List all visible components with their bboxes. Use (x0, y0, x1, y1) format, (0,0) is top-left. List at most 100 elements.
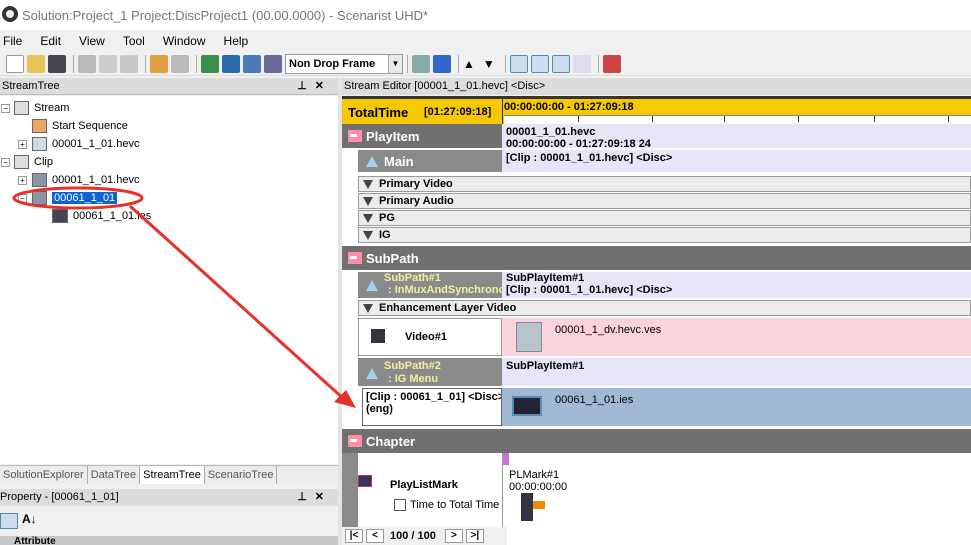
toolbar-separator (407, 54, 408, 73)
new-file-icon[interactable] (6, 54, 24, 73)
playitem-info[interactable]: 00001_1_01.hevc 00:00:00:00 - 01:27:09:1… (502, 124, 971, 150)
title-bar: Solution:Project_1 Project:DiscProject1 … (0, 0, 971, 30)
menu-help[interactable]: Help (224, 34, 249, 48)
timeline-ruler[interactable] (504, 115, 971, 124)
subpath2-icon (366, 368, 378, 379)
subpath2-label-cell[interactable]: SubPath#2 : IG Menu (358, 358, 502, 386)
network-icon[interactable] (243, 54, 261, 73)
chapter-header[interactable]: Chapter (342, 429, 971, 453)
track-primary-video[interactable]: Primary Video (358, 176, 971, 192)
collapse-icon[interactable] (363, 230, 373, 240)
menu-view[interactable]: View (79, 34, 105, 48)
track-ig[interactable]: IG (358, 227, 971, 243)
ig-clip[interactable]: 00061_1_01.ies (502, 388, 971, 426)
collapse-icon[interactable] (363, 303, 373, 313)
video1-label-cell[interactable]: Video#1 (358, 318, 502, 356)
collapse-icon[interactable] (363, 196, 373, 206)
collapse-icon[interactable]: − (1, 104, 10, 113)
time-to-total-label: Time to Total Time (410, 499, 500, 511)
streamtree-header: StreamTree ⊥✕ (0, 78, 338, 95)
sort-alpha-icon[interactable]: A↓ (22, 512, 37, 526)
ig-clip-label-cell[interactable]: [Clip : 00061_1_01] <Disc> (eng) (362, 388, 502, 426)
add-clip-icon[interactable] (412, 54, 430, 73)
tab-stream-tree[interactable]: StreamTree (140, 466, 205, 484)
main-label-cell[interactable]: Main (358, 150, 502, 172)
playlistmark-cell: PlayListMark Time to Total Time (358, 453, 502, 527)
expand-icon[interactable]: + (18, 140, 27, 149)
tree-node-stream[interactable]: Stream (14, 100, 69, 116)
playitem-header[interactable]: PlayItem (342, 124, 502, 148)
tree-node-ies[interactable]: 00061_1_01.ies (52, 208, 151, 224)
tree-node-hevc-clip[interactable]: 00001_1_01.hevc (32, 172, 139, 188)
frame-mode-select[interactable]: Non Drop Frame ▼ (285, 53, 403, 74)
subpath2-item[interactable]: SubPlayItem#1 (502, 358, 971, 386)
tree-node-clip[interactable]: Clip (14, 154, 53, 170)
tab-solution-explorer[interactable]: SolutionExplorer (0, 466, 88, 484)
menu-window[interactable]: Window (163, 34, 206, 48)
pin-icon[interactable]: ⊥ (297, 491, 315, 503)
main-clip[interactable]: [Clip : 00001_1_01.hevc] <Disc> (502, 150, 971, 172)
close-icon[interactable]: ✕ (315, 80, 332, 92)
build-icon[interactable] (201, 54, 219, 73)
tree-node-selected-clip[interactable]: 00061_1_01 (32, 190, 118, 206)
tree-node-hevc-stream[interactable]: 00001_1_01.hevc (32, 136, 139, 152)
subpath2-name: SubPath#2 (384, 360, 441, 372)
chapter-timeline[interactable]: PLMark#1 00:00:00:00 (502, 453, 971, 527)
prev-page-button[interactable]: < (366, 529, 384, 543)
verify-icon[interactable] (222, 54, 240, 73)
track-pg[interactable]: PG (358, 210, 971, 226)
ves-file-icon (516, 322, 542, 352)
menu-edit[interactable]: Edit (40, 34, 61, 48)
collapse-icon[interactable] (363, 213, 373, 223)
track-primary-audio[interactable]: Primary Audio (358, 193, 971, 209)
save-icon[interactable] (48, 54, 66, 73)
menu-file[interactable]: File (3, 34, 22, 48)
redo-icon[interactable] (171, 54, 189, 73)
toolbar: Non Drop Frame ▼ ▲ ▼ (0, 52, 971, 76)
tree-node-label: 00001_1_01.hevc (52, 174, 140, 186)
panel-tabs: SolutionExplorer DataTree StreamTree Sce… (0, 465, 338, 484)
paste-icon[interactable] (120, 54, 138, 73)
add-track-icon[interactable] (433, 54, 451, 73)
layout-3-icon[interactable] (551, 54, 570, 73)
page-indicator: 100 / 100 (390, 530, 436, 542)
tab-data-tree[interactable]: DataTree (88, 466, 141, 484)
layout-2-icon[interactable] (530, 54, 549, 73)
close-icon[interactable]: ✕ (315, 491, 332, 503)
property-header: Property - [00061_1_01] ⊥✕ (0, 489, 338, 506)
plmark-time: 00:00:00:00 (509, 481, 568, 493)
tab-scenario-tree[interactable]: ScenarioTree (205, 466, 278, 484)
categorized-icon[interactable] (0, 513, 18, 529)
move-down-icon[interactable]: ▼ (483, 57, 495, 71)
chevron-down-icon[interactable]: ▼ (388, 54, 402, 73)
track-enhancement-layer[interactable]: Enhancement Layer Video (358, 300, 971, 316)
collapse-icon[interactable] (363, 179, 373, 189)
subpath1-item[interactable]: SubPlayItem#1 [Clip : 00001_1_01.hevc] <… (502, 272, 971, 298)
video1-clip[interactable]: 00001_1_dv.hevc.ves (502, 318, 971, 356)
menu-tool[interactable]: Tool (123, 34, 145, 48)
undo-icon[interactable] (150, 54, 168, 73)
subpath-header[interactable]: SubPath (342, 246, 971, 270)
pin-icon[interactable]: ⊥ (297, 80, 315, 92)
table-icon[interactable] (572, 54, 591, 73)
film-icon[interactable] (521, 493, 533, 521)
move-up-icon[interactable]: ▲ (463, 57, 475, 71)
cut-icon[interactable] (78, 54, 96, 73)
tree-node-start-sequence[interactable]: Start Sequence (32, 118, 128, 134)
next-page-button[interactable]: > (444, 529, 463, 543)
stream-tree: − Stream Start Sequence + 00001_1_01.hev… (0, 96, 338, 464)
last-page-button[interactable]: >| (465, 529, 484, 543)
open-folder-icon[interactable] (27, 54, 45, 73)
time-to-total-checkbox[interactable] (394, 499, 406, 511)
first-page-button[interactable]: |< (345, 529, 363, 543)
layout-1-icon[interactable] (509, 54, 528, 73)
ig-clip-lang: (eng) (366, 403, 393, 415)
collapse-icon[interactable]: − (1, 158, 10, 167)
settings-icon[interactable] (264, 54, 282, 73)
on-icon[interactable] (602, 54, 621, 73)
expand-icon[interactable]: + (18, 176, 27, 185)
collapse-icon[interactable]: − (18, 194, 27, 203)
editor-header: Stream Editor [00001_1_01.hevc] <Disc> (342, 78, 971, 95)
copy-icon[interactable] (99, 54, 117, 73)
subpath1-label-cell[interactable]: SubPath#1 : InMuxAndSynchronous (358, 272, 502, 298)
